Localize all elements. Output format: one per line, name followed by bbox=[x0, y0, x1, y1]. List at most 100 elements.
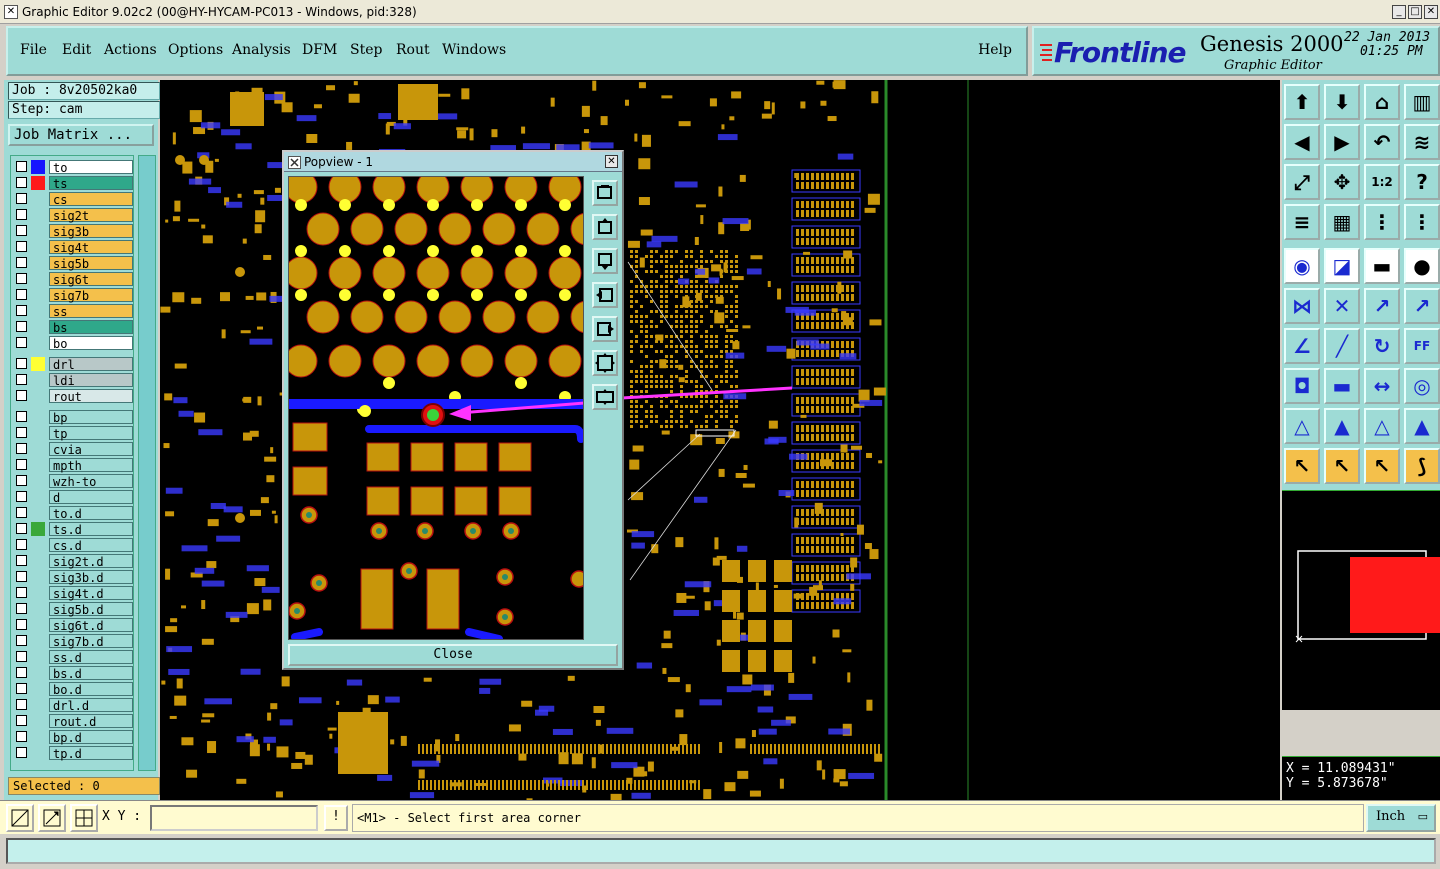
popview-titlebar[interactable]: Popview - 1 bbox=[284, 152, 622, 172]
layer-name[interactable]: drl.d bbox=[49, 698, 133, 713]
view-home-icon[interactable]: ⌂ bbox=[1364, 84, 1400, 120]
layer-row-bp[interactable]: bp bbox=[13, 410, 133, 425]
zoom-fit-icon[interactable]: ⤢ bbox=[1284, 164, 1320, 200]
layer-name[interactable]: ldi bbox=[49, 373, 133, 388]
layer-name[interactable]: ss bbox=[49, 304, 133, 319]
layer-checkbox[interactable] bbox=[16, 475, 27, 486]
view-split-icon[interactable]: ▥ bbox=[1404, 84, 1440, 120]
layer-name[interactable]: bs.d bbox=[49, 666, 133, 681]
layer-row-sig5b-d[interactable]: sig5b.d bbox=[13, 602, 133, 617]
layer-checkbox[interactable] bbox=[16, 321, 27, 332]
layer-name[interactable]: d bbox=[49, 490, 133, 505]
layer-name[interactable]: bp.d bbox=[49, 730, 133, 745]
layer-row-sig7b-d[interactable]: sig7b.d bbox=[13, 634, 133, 649]
menu-file[interactable]: File bbox=[20, 42, 47, 58]
menu-analysis[interactable]: Analysis bbox=[232, 42, 291, 58]
layer-checkbox[interactable] bbox=[16, 289, 27, 300]
pop-zoom-center-icon[interactable] bbox=[592, 384, 618, 410]
layer-checkbox[interactable] bbox=[16, 427, 27, 438]
layer-name[interactable]: ss.d bbox=[49, 650, 133, 665]
layer-color-swatch[interactable] bbox=[31, 320, 45, 334]
layer-checkbox[interactable] bbox=[16, 177, 27, 188]
layer-name[interactable]: sig2t bbox=[49, 208, 133, 223]
layer-color-swatch[interactable] bbox=[31, 240, 45, 254]
zoom-1-2-icon[interactable]: 1:2 bbox=[1364, 164, 1400, 200]
execute-button[interactable]: ! bbox=[324, 805, 348, 831]
layer-checkbox[interactable] bbox=[16, 539, 27, 550]
layer-list-scrollbar[interactable] bbox=[138, 155, 156, 771]
layer-checkbox[interactable] bbox=[16, 161, 27, 172]
layer-row-d[interactable]: d bbox=[13, 490, 133, 505]
layer-checkbox[interactable] bbox=[16, 715, 27, 726]
select-icon[interactable]: ↖ bbox=[1284, 448, 1320, 484]
layer-checkbox[interactable] bbox=[16, 491, 27, 502]
layer-checkbox[interactable] bbox=[16, 209, 27, 220]
layer-compare-icon[interactable]: ⋮ bbox=[1404, 204, 1440, 240]
layer-color-swatch[interactable] bbox=[31, 666, 45, 680]
line-add-icon[interactable]: ▬ bbox=[1324, 368, 1360, 404]
layer-color-swatch[interactable] bbox=[31, 730, 45, 744]
dimension-icon[interactable]: ↔ bbox=[1364, 368, 1400, 404]
layer-name[interactable]: sig4t.d bbox=[49, 586, 133, 601]
layer-color-swatch[interactable] bbox=[31, 192, 45, 206]
delete-icon[interactable]: ✕ bbox=[1324, 288, 1360, 324]
pop-zoom-fit-icon[interactable] bbox=[592, 350, 618, 376]
menu-step[interactable]: Step bbox=[350, 42, 382, 58]
layer-row-sig5b[interactable]: sig5b bbox=[13, 256, 133, 271]
layer-color-swatch[interactable] bbox=[31, 586, 45, 600]
highlight-icon[interactable]: ◪ bbox=[1324, 248, 1360, 284]
layer-row-bs[interactable]: bs bbox=[13, 320, 133, 335]
layer-checkbox[interactable] bbox=[16, 374, 27, 385]
grid-icon[interactable]: ▦ bbox=[1324, 204, 1360, 240]
arc-icon[interactable]: ↻ bbox=[1364, 328, 1400, 364]
layer-name[interactable]: sig5b bbox=[49, 256, 133, 271]
layer-color-swatch[interactable] bbox=[31, 698, 45, 712]
layer-row-cs-d[interactable]: cs.d bbox=[13, 538, 133, 553]
layer-name[interactable]: cs bbox=[49, 192, 133, 207]
layer-color-swatch[interactable] bbox=[31, 506, 45, 520]
layer-color-swatch[interactable] bbox=[31, 304, 45, 318]
layer-checkbox[interactable] bbox=[16, 358, 27, 369]
layer-color-swatch[interactable] bbox=[31, 522, 45, 536]
layer-color-swatch[interactable] bbox=[31, 256, 45, 270]
layer-checkbox[interactable] bbox=[16, 459, 27, 470]
layer-name[interactable]: sig6t bbox=[49, 272, 133, 287]
popview-close-button[interactable]: Close bbox=[288, 644, 618, 666]
layer-color-swatch[interactable] bbox=[31, 634, 45, 648]
zoom-left-icon[interactable]: ◀ bbox=[1284, 124, 1320, 160]
layer-row-bp-d[interactable]: bp.d bbox=[13, 730, 133, 745]
layer-name[interactable]: wzh-to bbox=[49, 474, 133, 489]
layer-color-swatch[interactable] bbox=[31, 570, 45, 584]
move-icon[interactable]: ↗ bbox=[1364, 288, 1400, 324]
layer-checkbox[interactable] bbox=[16, 273, 27, 284]
layer-name[interactable]: tp bbox=[49, 426, 133, 441]
select-box-icon[interactable]: ↖ bbox=[1324, 448, 1360, 484]
layer-row-cs[interactable]: cs bbox=[13, 192, 133, 207]
popview-zoomed-board[interactable] bbox=[289, 177, 584, 640]
select-net-icon[interactable]: ⟆ bbox=[1404, 448, 1440, 484]
layer-checkbox[interactable] bbox=[16, 603, 27, 614]
layer-checkbox[interactable] bbox=[16, 571, 27, 582]
layer-color-swatch[interactable] bbox=[31, 389, 45, 403]
layer-row-sig3b[interactable]: sig3b bbox=[13, 224, 133, 239]
zoom-back-icon[interactable]: ↶ bbox=[1364, 124, 1400, 160]
menu-options[interactable]: Options bbox=[168, 42, 223, 58]
layer-row-sig6t[interactable]: sig6t bbox=[13, 272, 133, 287]
view-top-icon[interactable]: ⬆ bbox=[1284, 84, 1320, 120]
layer-color-swatch[interactable] bbox=[31, 288, 45, 302]
layer-row-sig2t[interactable]: sig2t bbox=[13, 208, 133, 223]
layer-color-swatch[interactable] bbox=[31, 224, 45, 238]
layer-checkbox[interactable] bbox=[16, 507, 27, 518]
layer-color-swatch[interactable] bbox=[31, 554, 45, 568]
layer-name[interactable]: sig7b bbox=[49, 288, 133, 303]
layer-checkbox[interactable] bbox=[16, 443, 27, 454]
menu-actions[interactable]: Actions bbox=[104, 42, 157, 58]
layer-color-swatch[interactable] bbox=[31, 357, 45, 371]
layer-row-bs-d[interactable]: bs.d bbox=[13, 666, 133, 681]
layer-row-sig3b-d[interactable]: sig3b.d bbox=[13, 570, 133, 585]
layer-row-ts[interactable]: ts bbox=[13, 176, 133, 191]
layer-checkbox[interactable] bbox=[16, 390, 27, 401]
menu-rout[interactable]: Rout bbox=[396, 42, 430, 58]
ruler-icon[interactable]: ▬ bbox=[1364, 248, 1400, 284]
layer-checkbox[interactable] bbox=[16, 619, 27, 630]
